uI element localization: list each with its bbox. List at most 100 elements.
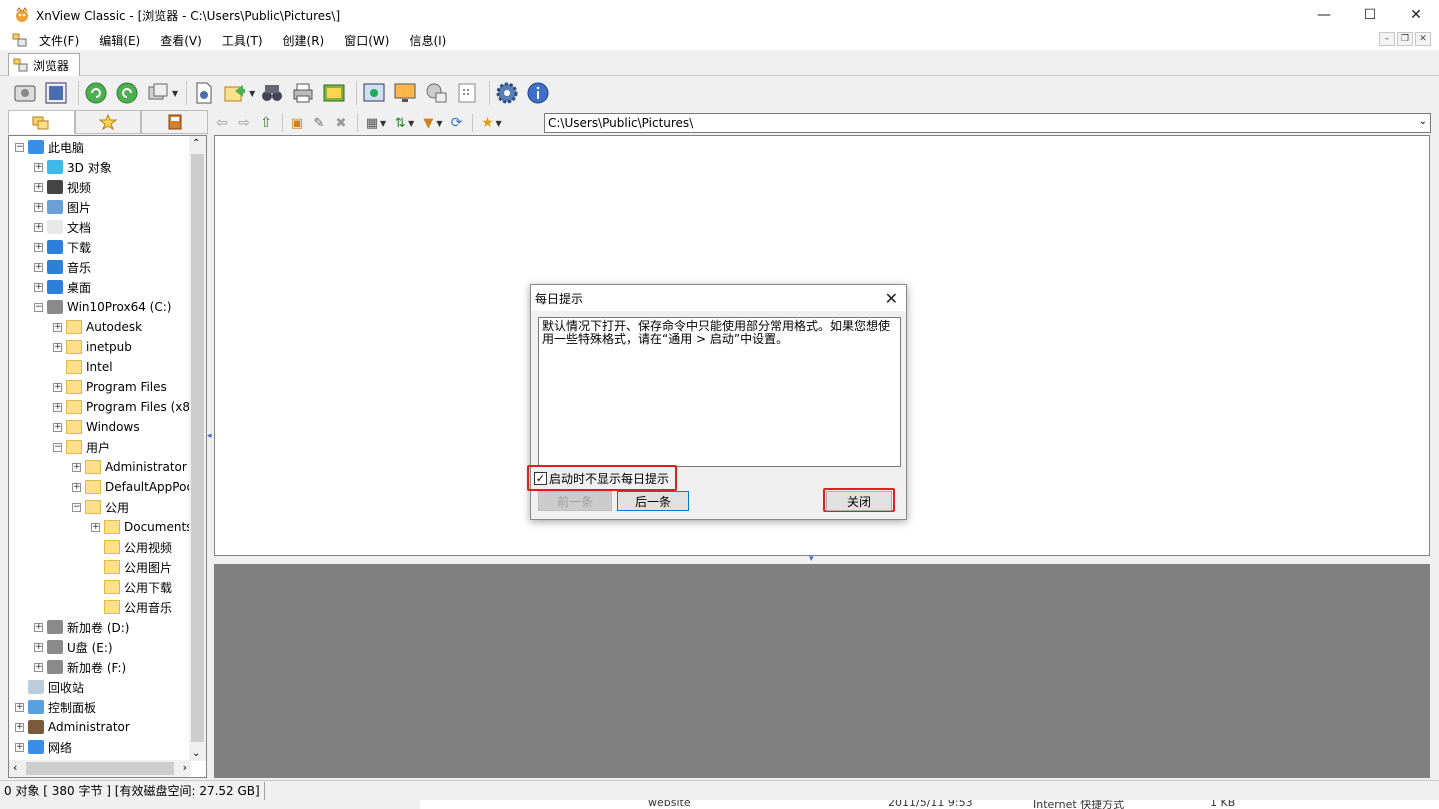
tree-item[interactable]: + Autodesk xyxy=(53,317,142,337)
tree-item[interactable]: + U盘 (E:) xyxy=(34,637,113,657)
vertical-splitter[interactable]: ◂ xyxy=(207,135,213,778)
tab-folders[interactable] xyxy=(8,110,75,134)
tree-horizontal-scrollbar[interactable]: ‹ › xyxy=(9,760,191,777)
tree-item[interactable]: + 下载 xyxy=(34,237,91,257)
export-button[interactable] xyxy=(222,80,248,106)
expand-toggle-icon[interactable]: + xyxy=(91,522,100,532)
tree-item[interactable]: + Program Files xyxy=(53,377,167,397)
tree-item[interactable]: + 视频 xyxy=(34,177,91,197)
refresh-button[interactable]: ⟳ xyxy=(446,113,466,133)
expand-toggle-icon[interactable]: + xyxy=(34,162,43,172)
tree-item[interactable]: 公用视频 xyxy=(91,537,172,557)
up-folder-button[interactable]: ⇧ xyxy=(256,113,276,133)
expand-toggle-icon[interactable]: + xyxy=(34,242,43,252)
contact-sheet-button[interactable] xyxy=(454,80,480,106)
delete-button[interactable]: ✖ xyxy=(331,113,351,133)
dont-show-checkbox[interactable]: ✓ xyxy=(534,471,547,485)
expand-toggle-icon[interactable]: + xyxy=(53,322,62,332)
collapse-toggle-icon[interactable]: − xyxy=(34,302,43,312)
tree-item[interactable]: + 桌面 xyxy=(34,277,91,297)
expand-toggle-icon[interactable]: + xyxy=(34,642,43,652)
previous-tip-button[interactable]: 前一条 xyxy=(538,491,612,511)
print-button[interactable] xyxy=(290,80,316,106)
tree-item[interactable]: + 控制面板 xyxy=(15,697,96,717)
mdi-close-button[interactable]: ✕ xyxy=(1415,32,1431,46)
menu-tools[interactable]: 工具(T) xyxy=(219,31,266,50)
tree-item[interactable]: + 新加卷 (F:) xyxy=(34,657,126,677)
tree-item[interactable]: − 公用 xyxy=(72,497,129,517)
tree-item[interactable]: − 用户 xyxy=(53,437,110,457)
tab-browser[interactable]: 浏览器 xyxy=(8,53,80,76)
expand-toggle-icon[interactable]: + xyxy=(15,702,24,712)
about-button[interactable] xyxy=(525,80,551,106)
wallpaper-button[interactable] xyxy=(392,80,418,106)
favorites-button[interactable]: ★ xyxy=(477,113,497,133)
find-button[interactable] xyxy=(259,80,285,106)
collapse-toggle-icon[interactable]: − xyxy=(53,442,62,452)
batch-convert-button[interactable] xyxy=(145,80,171,106)
expand-toggle-icon[interactable]: + xyxy=(53,342,62,352)
tree-item[interactable]: + Administrator xyxy=(72,457,187,477)
menu-view[interactable]: 查看(V) xyxy=(157,31,205,50)
tree-vertical-scrollbar[interactable]: ⌃ ⌄ xyxy=(189,136,206,761)
expand-toggle-icon[interactable]: + xyxy=(34,222,43,232)
chevron-down-icon[interactable]: ▼ xyxy=(380,119,386,128)
tree-item[interactable]: + DefaultAppPool xyxy=(72,477,197,497)
address-input[interactable]: C:\Users\Public\Pictures\ ⌄ xyxy=(544,113,1431,133)
expand-toggle-icon[interactable]: + xyxy=(34,182,43,192)
chevron-down-icon[interactable]: ▼ xyxy=(436,119,442,128)
chevron-down-icon[interactable]: ▼ xyxy=(172,89,178,98)
tree-item[interactable]: + 文档 xyxy=(34,217,91,237)
tree-item[interactable]: + 图片 xyxy=(34,197,91,217)
collapse-arrow-icon[interactable]: ▾ xyxy=(809,554,814,564)
dialog-close-icon[interactable]: ✕ xyxy=(885,289,898,308)
expand-toggle-icon[interactable]: + xyxy=(34,262,43,272)
chevron-down-icon[interactable]: ▼ xyxy=(249,89,255,98)
chevron-down-icon[interactable]: ▼ xyxy=(408,119,414,128)
expand-toggle-icon[interactable]: + xyxy=(34,662,43,672)
tree-item[interactable]: − 此电脑 xyxy=(15,137,84,157)
horizontal-splitter[interactable]: ▾ xyxy=(214,554,1430,564)
expand-toggle-icon[interactable]: + xyxy=(72,482,81,492)
tree-item[interactable]: 回收站 xyxy=(15,677,84,697)
expand-toggle-icon[interactable]: + xyxy=(53,402,62,412)
chevron-down-icon[interactable]: ▼ xyxy=(495,119,501,128)
tree-item[interactable]: + Documents xyxy=(91,517,192,537)
chevron-down-icon[interactable]: ⌄ xyxy=(1419,116,1427,127)
view-mode-button[interactable]: ▦ xyxy=(362,113,382,133)
open-browser-button[interactable] xyxy=(12,80,38,106)
collapse-toggle-icon[interactable]: − xyxy=(72,502,81,512)
menu-file[interactable]: 文件(F) xyxy=(36,31,82,50)
tree-item[interactable]: + Windows xyxy=(53,417,140,437)
menu-window[interactable]: 窗口(W) xyxy=(341,31,392,50)
properties-button[interactable] xyxy=(191,80,217,106)
menu-create[interactable]: 创建(R) xyxy=(280,31,328,50)
rename-button[interactable]: ✎ xyxy=(309,113,329,133)
scrollbar-thumb[interactable] xyxy=(26,762,174,775)
expand-toggle-icon[interactable]: + xyxy=(53,422,62,432)
mdi-restore-button[interactable]: ❐ xyxy=(1397,32,1413,46)
minimize-button[interactable]: — xyxy=(1301,0,1347,30)
rotate-left-button[interactable] xyxy=(83,80,109,106)
expand-toggle-icon[interactable]: + xyxy=(15,742,24,752)
fullscreen-button[interactable] xyxy=(43,80,69,106)
tree-item[interactable]: + Program Files (x86) xyxy=(53,397,202,417)
tree-item[interactable]: + 网络 xyxy=(15,737,72,757)
options-button[interactable] xyxy=(494,80,520,106)
maximize-button[interactable]: ☐ xyxy=(1347,0,1393,30)
tip-text-box[interactable]: 默认情况下打开、保存命令中只能使用部分常用格式。如果您想使用一些特殊格式，请在“… xyxy=(538,317,901,467)
scrollbar-thumb[interactable] xyxy=(191,154,204,742)
tree-item[interactable]: 公用音乐 xyxy=(91,597,172,617)
tree-item[interactable]: + Administrator xyxy=(15,717,130,737)
filter-button[interactable]: ▼ xyxy=(418,113,438,133)
forward-button[interactable]: ⇨ xyxy=(234,113,254,133)
next-tip-button[interactable]: 后一条 xyxy=(617,491,689,511)
chevron-down-icon[interactable]: ⌄ xyxy=(192,748,200,759)
chevron-left-icon[interactable]: ‹ xyxy=(13,761,17,774)
back-button[interactable]: ⇦ xyxy=(212,113,232,133)
expand-toggle-icon[interactable]: + xyxy=(15,722,24,732)
slideshow-button[interactable] xyxy=(321,80,347,106)
tab-favorites[interactable] xyxy=(74,110,142,134)
sort-button[interactable]: ⇅ xyxy=(390,113,410,133)
expand-toggle-icon[interactable]: + xyxy=(34,202,43,212)
